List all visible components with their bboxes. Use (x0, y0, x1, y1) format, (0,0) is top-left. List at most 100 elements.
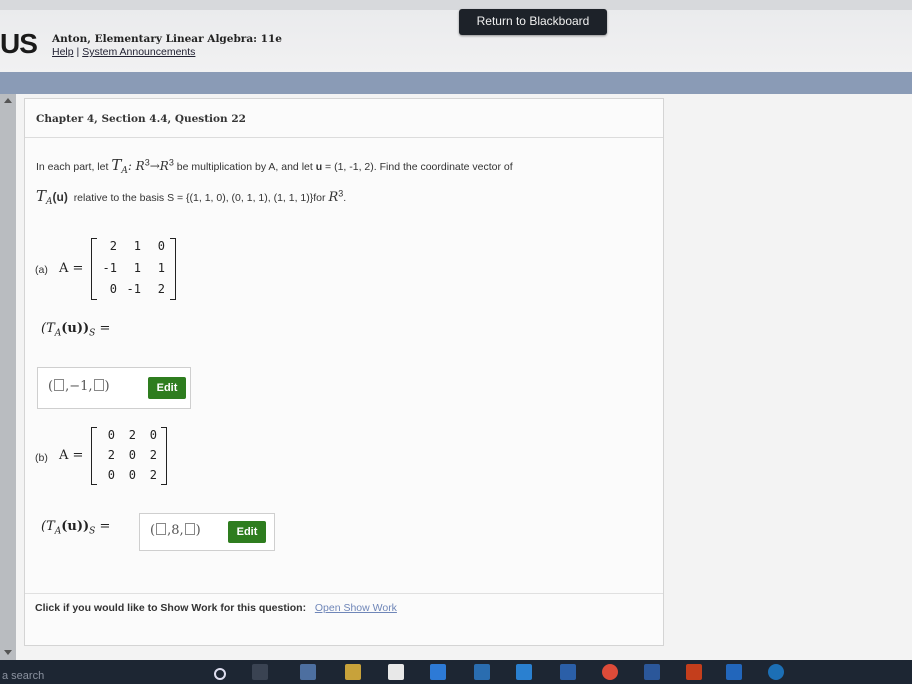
vector-name: u (315, 161, 323, 173)
app-icon-1[interactable] (300, 664, 316, 680)
answer-box-b: (,8,) Edit (139, 513, 275, 551)
r-app-icon[interactable] (726, 664, 742, 680)
scroll-up-icon[interactable] (4, 98, 12, 103)
help-link[interactable]: Help (52, 46, 74, 58)
edit-button-a[interactable]: Edit (148, 377, 186, 399)
part-b-result-label: (TA(u))S = (41, 519, 110, 537)
top-strip (0, 0, 912, 10)
intro-text-a: In each part, let (36, 161, 109, 173)
line2-end: . (343, 192, 347, 204)
part-a-label: (a) (35, 264, 48, 276)
book-title: Anton, Elementary Linear Algebra: 11e (52, 33, 282, 45)
intro-arrow: →R (149, 159, 169, 173)
matrix-cell: 2 (149, 448, 157, 462)
matrix-cell: -1 (102, 260, 117, 275)
matrix-cell: 0 (109, 282, 117, 297)
footer-divider (25, 593, 663, 594)
show-work-prompt: Click if you would like to Show Work for… (35, 602, 307, 614)
answer-box-a: (,−1,) Edit (37, 367, 191, 409)
dropbox-icon[interactable] (430, 664, 446, 680)
link-separator: | (76, 46, 80, 58)
answer-b-middle: 8 (171, 523, 180, 538)
intro-domain: : R (127, 159, 145, 173)
header: Return to Blackboard US Anton, Elementar… (0, 0, 912, 72)
intro-text-b: be multiplication by A, and let (176, 161, 313, 173)
open-show-work-link[interactable]: Open Show Work (315, 602, 397, 614)
answer-a-open: ( (48, 379, 54, 394)
answer-b-close: ) (195, 523, 201, 538)
answer-b-open: ( (150, 523, 156, 538)
matrix-cell: 2 (157, 282, 165, 297)
scroll-down-icon[interactable] (4, 650, 12, 655)
taskbar-search[interactable]: a search (2, 670, 44, 682)
intro-codomain-sup: 3 (168, 157, 174, 168)
matrix-cell: 2 (149, 468, 157, 482)
matrix-a: 2 1 0 -1 1 1 0 -1 2 (91, 238, 176, 300)
intro-map: T (111, 156, 122, 174)
matrix-cell: 1 (157, 260, 165, 275)
question-title: Chapter 4, Section 4.4, Question 22 (36, 113, 246, 125)
line2-u: (u) (52, 190, 68, 204)
chrome-icon[interactable] (602, 664, 618, 680)
result-a-eq: = (99, 321, 111, 336)
part-a-matrix-label: A = (59, 261, 84, 276)
answer-a-middle: −1 (69, 379, 89, 394)
edge-icon[interactable] (516, 664, 532, 680)
question-intro: In each part, let TA: R3→R3 be multiplic… (36, 156, 513, 176)
line2-T: T (36, 187, 47, 205)
matrix-cell: -1 (126, 282, 141, 297)
part-a-result-label: (TA(u))S = (41, 321, 110, 339)
matrix-cell: 2 (128, 428, 136, 442)
hp-icon[interactable] (768, 664, 784, 680)
matrix-b: 020202002 (91, 427, 167, 485)
result-a-sub2: S (89, 328, 96, 339)
matrix-cell: 0 (107, 428, 115, 442)
brand-logo: US (0, 28, 38, 59)
scrollbar[interactable] (0, 94, 16, 660)
matrix-cell: 2 (107, 448, 115, 462)
intro-text-c: = (1, -1, 2). Find the coordinate vector… (325, 161, 513, 173)
amazon-icon[interactable] (388, 664, 404, 680)
matrix-cell: 0 (157, 239, 165, 253)
cortana-icon[interactable] (214, 668, 226, 680)
answer-a-sep2: , (88, 379, 93, 394)
divider (25, 137, 663, 138)
matrix-cell: 0 (149, 428, 157, 442)
matrix-cell: 1 (133, 239, 141, 253)
answer-a: (,−1,) (48, 379, 110, 394)
edit-button-b[interactable]: Edit (228, 521, 266, 543)
answer-a-blank-2[interactable] (93, 379, 104, 391)
matrix-cell: 2 (109, 239, 117, 253)
store-icon[interactable] (345, 664, 361, 680)
header-links: Help | System Announcements (52, 46, 195, 58)
part-b-label: (b) (35, 452, 48, 464)
result-b-rest: (u)) (61, 519, 90, 534)
powerpoint-icon[interactable] (686, 664, 702, 680)
answer-b-blank-2[interactable] (184, 523, 195, 535)
task-view-icon[interactable] (252, 664, 268, 680)
answer-a-close: ) (104, 379, 110, 394)
main-panel: Chapter 4, Section 4.4, Question 22 In e… (16, 94, 912, 660)
line2-text: relative to the basis S = {(1, 1, 0), (0… (73, 192, 326, 204)
matrix-cell: 0 (128, 448, 136, 462)
media-icon[interactable] (560, 664, 576, 680)
return-to-blackboard-button[interactable]: Return to Blackboard (459, 9, 607, 35)
matrix-cell: 1 (133, 260, 141, 275)
part-b-matrix-label: A = (59, 448, 84, 463)
mail-icon[interactable] (474, 664, 490, 680)
answer-b-blank-1[interactable] (156, 523, 167, 535)
question-line-2: TA(u) relative to the basis S = {(1, 1, … (36, 187, 346, 207)
result-a-rest: (u)) (61, 321, 90, 336)
answer-b-sep2: , (179, 523, 184, 538)
matrix-cell: 0 (107, 468, 115, 482)
show-work-row: Click if you would like to Show Work for… (35, 602, 397, 614)
taskbar: a search (0, 660, 912, 684)
word-icon[interactable] (644, 664, 660, 680)
result-b-eq: = (99, 519, 111, 534)
system-announcements-link[interactable]: System Announcements (82, 46, 195, 58)
result-b-sub2: S (89, 526, 96, 537)
result-a-T: (T (41, 321, 55, 336)
matrix-cell: 0 (128, 468, 136, 482)
line2-R: R (328, 190, 339, 205)
answer-a-blank-1[interactable] (54, 379, 65, 391)
